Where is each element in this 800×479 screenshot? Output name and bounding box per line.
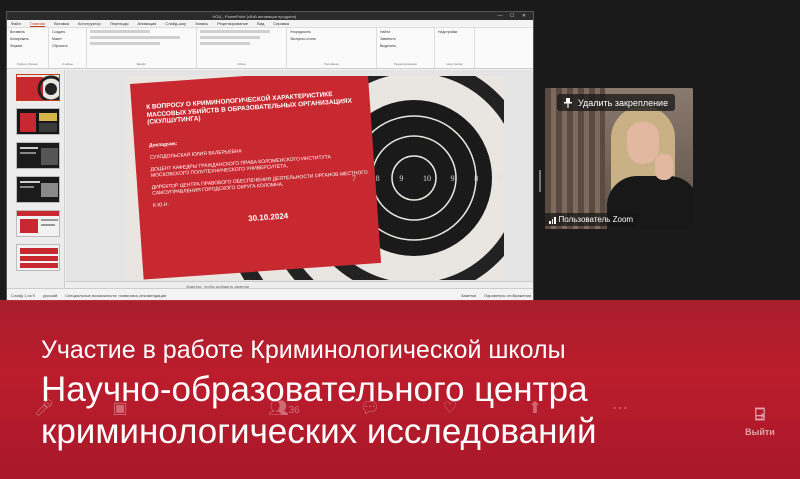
format-painter-button[interactable]: Формат bbox=[10, 44, 45, 48]
person-hand bbox=[655, 154, 673, 180]
ribbon-group-editing: Найти Заменить Выделить Редактирование bbox=[377, 28, 435, 68]
target-number: 9 bbox=[399, 174, 404, 183]
unpin-button[interactable]: Удалить закрепление bbox=[557, 94, 676, 111]
shared-screen-powerpoint: НОЦ - PowerPoint (сбой активации продукт… bbox=[6, 11, 534, 302]
tab-file[interactable]: Файл bbox=[11, 21, 21, 26]
accessibility-status[interactable]: Специальные возможности: появились реком… bbox=[65, 293, 166, 298]
tab-home[interactable]: Главная bbox=[29, 21, 46, 27]
more-icon: ⋯ bbox=[612, 400, 628, 417]
ppt-ribbon: Вставить Копировать Формат Буфер обмена … bbox=[7, 28, 533, 69]
tab-animations[interactable]: Анимация bbox=[138, 21, 157, 26]
tab-view[interactable]: Вид bbox=[257, 21, 264, 26]
addins-button[interactable]: Надстройки bbox=[438, 30, 471, 34]
ribbon-group-paragraph: Абзац bbox=[197, 28, 287, 68]
font-color-buttons[interactable] bbox=[90, 42, 160, 45]
ribbon-group-addins: Надстройки Надстройки bbox=[435, 28, 475, 68]
notes-toggle[interactable]: Заметки bbox=[461, 293, 476, 298]
ribbon-group-drawing: Упорядочить Экспресс-стили Рисование bbox=[287, 28, 377, 68]
ribbon-group-label: Буфер обмена bbox=[17, 62, 38, 66]
thumbnail-target-icon bbox=[17, 75, 59, 100]
tab-help[interactable]: Справка bbox=[273, 21, 289, 26]
ribbon-group-label: Рисование bbox=[323, 62, 340, 66]
ribbon-group-label: Абзац bbox=[237, 62, 246, 66]
participant-name: Пользователь Zoom bbox=[558, 215, 634, 224]
audio-signal-icon bbox=[549, 216, 556, 224]
split-view-handle[interactable] bbox=[539, 170, 541, 192]
thumbnail-image bbox=[17, 109, 59, 134]
thumbnail-image bbox=[17, 177, 59, 202]
replace-button[interactable]: Заменить bbox=[380, 37, 431, 41]
slide-thumbnail[interactable]: 1 bbox=[16, 74, 60, 101]
ribbon-group-label: Надстройки bbox=[446, 62, 463, 66]
slide-thumbnail[interactable] bbox=[16, 210, 60, 237]
align-buttons[interactable] bbox=[200, 36, 260, 39]
ribbon-group-slides: Создать Макет Сбросить Слайды bbox=[49, 28, 87, 68]
slide-counter: Слайд 1 из 9 bbox=[11, 292, 35, 298]
tab-record[interactable]: Запись bbox=[195, 21, 208, 26]
slide-text-block[interactable]: К вопросу о криминологической характерис… bbox=[146, 89, 374, 230]
tab-design[interactable]: Конструктор bbox=[78, 21, 101, 26]
direction-buttons[interactable] bbox=[200, 42, 250, 45]
thumbnail-image bbox=[17, 245, 59, 270]
new-slide-button[interactable]: Создать bbox=[52, 30, 83, 34]
ribbon-group-label: Шрифт bbox=[136, 62, 147, 66]
find-button[interactable]: Найти bbox=[380, 30, 431, 34]
unpin-label: Удалить закрепление bbox=[578, 97, 669, 108]
leave-label: Выйти bbox=[745, 427, 775, 437]
target-number: 7 bbox=[497, 174, 502, 183]
target-number: 8 bbox=[474, 174, 479, 183]
ppt-window-controls[interactable]: — ☐ ✕ bbox=[498, 13, 529, 19]
caption-line-2: Научно-образовательного центра bbox=[41, 370, 588, 409]
tab-review[interactable]: Рецензирование bbox=[217, 21, 248, 26]
display-settings[interactable]: Параметры отображения bbox=[484, 293, 531, 298]
ppt-ribbon-tabs: Файл Главная Вставка Конструктор Переход… bbox=[7, 20, 533, 28]
slide-thumbnails-pane: 1 bbox=[7, 70, 65, 290]
current-slide[interactable]: 7 8 9 10 9 8 7 К вопросу о криминологиче… bbox=[124, 76, 504, 280]
ribbon-group-clipboard: Вставить Копировать Формат Буфер обмена bbox=[7, 28, 49, 68]
thumbnail-image bbox=[17, 143, 59, 168]
copy-button[interactable]: Копировать bbox=[10, 37, 45, 41]
thumbnail-image bbox=[17, 211, 59, 236]
tab-transitions[interactable]: Переходы bbox=[110, 21, 129, 26]
select-button[interactable]: Выделить bbox=[380, 44, 431, 48]
caption-line-3: криминологических исследований bbox=[41, 412, 597, 451]
slide-thumbnail[interactable] bbox=[16, 108, 60, 135]
layout-button[interactable]: Макет bbox=[52, 37, 83, 41]
target-number: 9 bbox=[450, 174, 455, 183]
exit-door-icon: ⍈ bbox=[754, 405, 766, 424]
tab-slideshow[interactable]: Слайд-шоу bbox=[165, 21, 186, 26]
font-format-buttons[interactable] bbox=[90, 36, 180, 39]
ppt-title-bar: НОЦ - PowerPoint (сбой активации продукт… bbox=[7, 12, 533, 20]
reset-button[interactable]: Сбросить bbox=[52, 44, 83, 48]
arrange-button[interactable]: Упорядочить bbox=[290, 30, 373, 34]
person-face bbox=[627, 122, 659, 164]
pin-icon bbox=[564, 97, 572, 108]
slide-editing-canvas[interactable]: 7 8 9 10 9 8 7 К вопросу о криминологиче… bbox=[66, 70, 533, 290]
font-family-select[interactable] bbox=[90, 30, 150, 33]
ppt-window-title: НОЦ - PowerPoint (сбой активации продукт… bbox=[212, 13, 297, 19]
slide-thumbnail[interactable] bbox=[16, 142, 60, 169]
quick-styles-button[interactable]: Экспресс-стили bbox=[290, 37, 373, 41]
slide-thumbnail[interactable] bbox=[16, 244, 60, 271]
ribbon-group-font: Шрифт bbox=[87, 28, 197, 68]
language-indicator[interactable]: русский bbox=[43, 293, 57, 298]
slide-thumbnail[interactable] bbox=[16, 176, 60, 203]
leave-meeting-button[interactable]: ⍈ Выйти bbox=[740, 405, 780, 437]
participant-video-tile[interactable]: Удалить закрепление Пользователь Zoom bbox=[545, 88, 693, 229]
list-buttons[interactable] bbox=[200, 30, 270, 33]
caption-line-1: Участие в работе Криминологической школы bbox=[41, 336, 566, 364]
target-number: 8 bbox=[375, 174, 380, 183]
participant-name-tag: Пользователь Zoom bbox=[545, 213, 638, 226]
ribbon-group-label: Слайды bbox=[61, 62, 74, 66]
ribbon-group-label: Редактирование bbox=[394, 62, 417, 66]
tab-insert[interactable]: Вставка bbox=[54, 21, 69, 26]
target-numbers: 7 8 9 10 9 8 7 bbox=[352, 174, 502, 183]
target-number: 10 bbox=[422, 174, 431, 183]
paste-button[interactable]: Вставить bbox=[10, 30, 45, 34]
more-button[interactable]: ⋯ bbox=[590, 398, 650, 418]
